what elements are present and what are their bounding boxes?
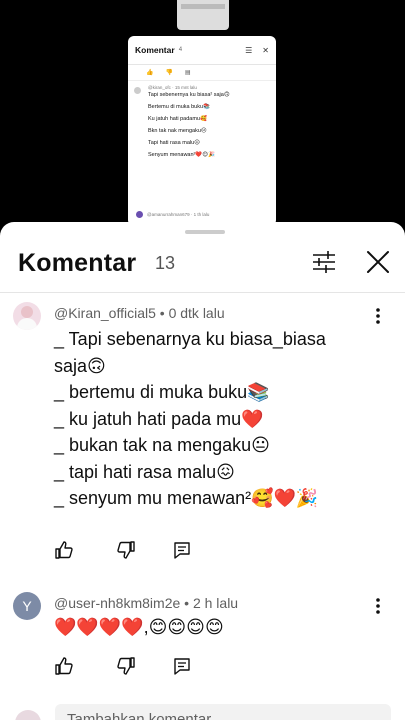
thumb-next-avatar xyxy=(136,211,143,218)
comment-text: ❤️❤️❤️❤️,😊😊😊😊 xyxy=(54,614,224,641)
avatar[interactable]: Y xyxy=(13,592,41,620)
close-icon[interactable] xyxy=(364,248,392,276)
dislike-icon[interactable] xyxy=(116,540,136,560)
thumb-line: Tapi hati rasa malu😖 xyxy=(148,140,200,146)
more-options-icon[interactable] xyxy=(370,306,386,326)
reply-icon[interactable] xyxy=(172,540,192,560)
comments-count: 13 xyxy=(155,253,176,273)
thumb-title: Komentar xyxy=(135,45,175,55)
thumb-like-icon: 👍 xyxy=(146,70,154,76)
thumb-next-user: @amanurrahman679 · 1 th lalu xyxy=(147,212,210,217)
reply-icon[interactable] xyxy=(172,656,192,676)
comment-line: ❤️❤️❤️❤️,😊😊😊😊 xyxy=(54,617,224,637)
thumb-comment-user: @kiran_ofc · 15 mnt lalu xyxy=(148,85,197,90)
thumb-filter-icon: ☰ xyxy=(245,45,253,55)
comment-line: _ tapi hati rasa malu😖 xyxy=(54,461,235,482)
comment-author-meta[interactable]: @user-nh8km8im2e • 2 h lalu xyxy=(54,595,238,611)
comment-line: saja🙃 xyxy=(54,355,106,376)
comment-line: _ bukan tak na mengaku😐 xyxy=(54,435,270,455)
dislike-icon[interactable] xyxy=(116,656,136,676)
comments-header: Komentar 13 xyxy=(0,242,405,286)
thumb-line: Tapi sebenernya ku biasa² saja🙃 xyxy=(148,92,230,98)
like-icon[interactable] xyxy=(54,540,74,560)
like-icon[interactable] xyxy=(54,656,74,676)
thumb-line: Ku jatuh hati padamu🥰 xyxy=(148,116,207,122)
filter-sliders-icon[interactable] xyxy=(310,248,338,276)
thumb-line: Senyum menawan²❤️😊🎉 xyxy=(148,152,215,158)
comment-line: _ ku jatuh hati pada mu❤️ xyxy=(54,408,264,429)
background-screenshot-strip xyxy=(177,0,229,30)
add-comment-input[interactable]: Tambahkan komentar... xyxy=(55,704,391,720)
thumb-avatar xyxy=(134,87,141,94)
comment-line: _ senyum mu menawan²🥰❤️🎉 xyxy=(54,488,319,508)
comment-line: _ bertemu di muka buku📚 xyxy=(54,382,270,402)
comment-author-meta[interactable]: @Kiran_official5 • 0 dtk lalu xyxy=(54,305,225,321)
add-comment-placeholder: Tambahkan komentar... xyxy=(67,711,223,720)
avatar[interactable] xyxy=(13,302,41,330)
drag-handle[interactable] xyxy=(185,230,225,234)
background-screenshot-thumbnail: Komentar 4 ☰ ✕ 👍 👎 ▤ @kiran_ofc · 15 mnt… xyxy=(128,36,276,226)
thumb-reply-icon: ▤ xyxy=(184,70,191,76)
thumb-line: Bertemu di muka buku📚 xyxy=(148,104,210,110)
thumb-count: 4 xyxy=(178,47,183,53)
comments-sheet: Komentar 13 @Kiran_official5 • 0 dtk lal… xyxy=(0,222,405,720)
thumb-comment: @kiran_ofc · 15 mnt lalu Tapi sebenernya… xyxy=(128,81,276,158)
thumb-dislike-icon: 👎 xyxy=(165,70,173,76)
comment-line: _ Tapi sebenarnya ku biasa_biasa xyxy=(54,329,326,349)
thumb-header: Komentar 4 ☰ ✕ xyxy=(128,36,276,65)
more-options-icon[interactable] xyxy=(370,596,386,616)
comments-title: Komentar xyxy=(18,249,137,277)
thumb-next-comment: @amanurrahman679 · 1 th lalu xyxy=(136,211,209,218)
thumb-close-icon: ✕ xyxy=(262,45,269,55)
thumb-actions: 👍 👎 ▤ xyxy=(128,65,276,81)
header-divider xyxy=(0,292,405,293)
thumb-line: Bkn tak nak mengaku😐 xyxy=(148,128,207,134)
comment-text: _ Tapi sebenarnya ku biasa_biasa saja🙃 _… xyxy=(54,326,326,512)
current-user-avatar xyxy=(15,710,41,720)
